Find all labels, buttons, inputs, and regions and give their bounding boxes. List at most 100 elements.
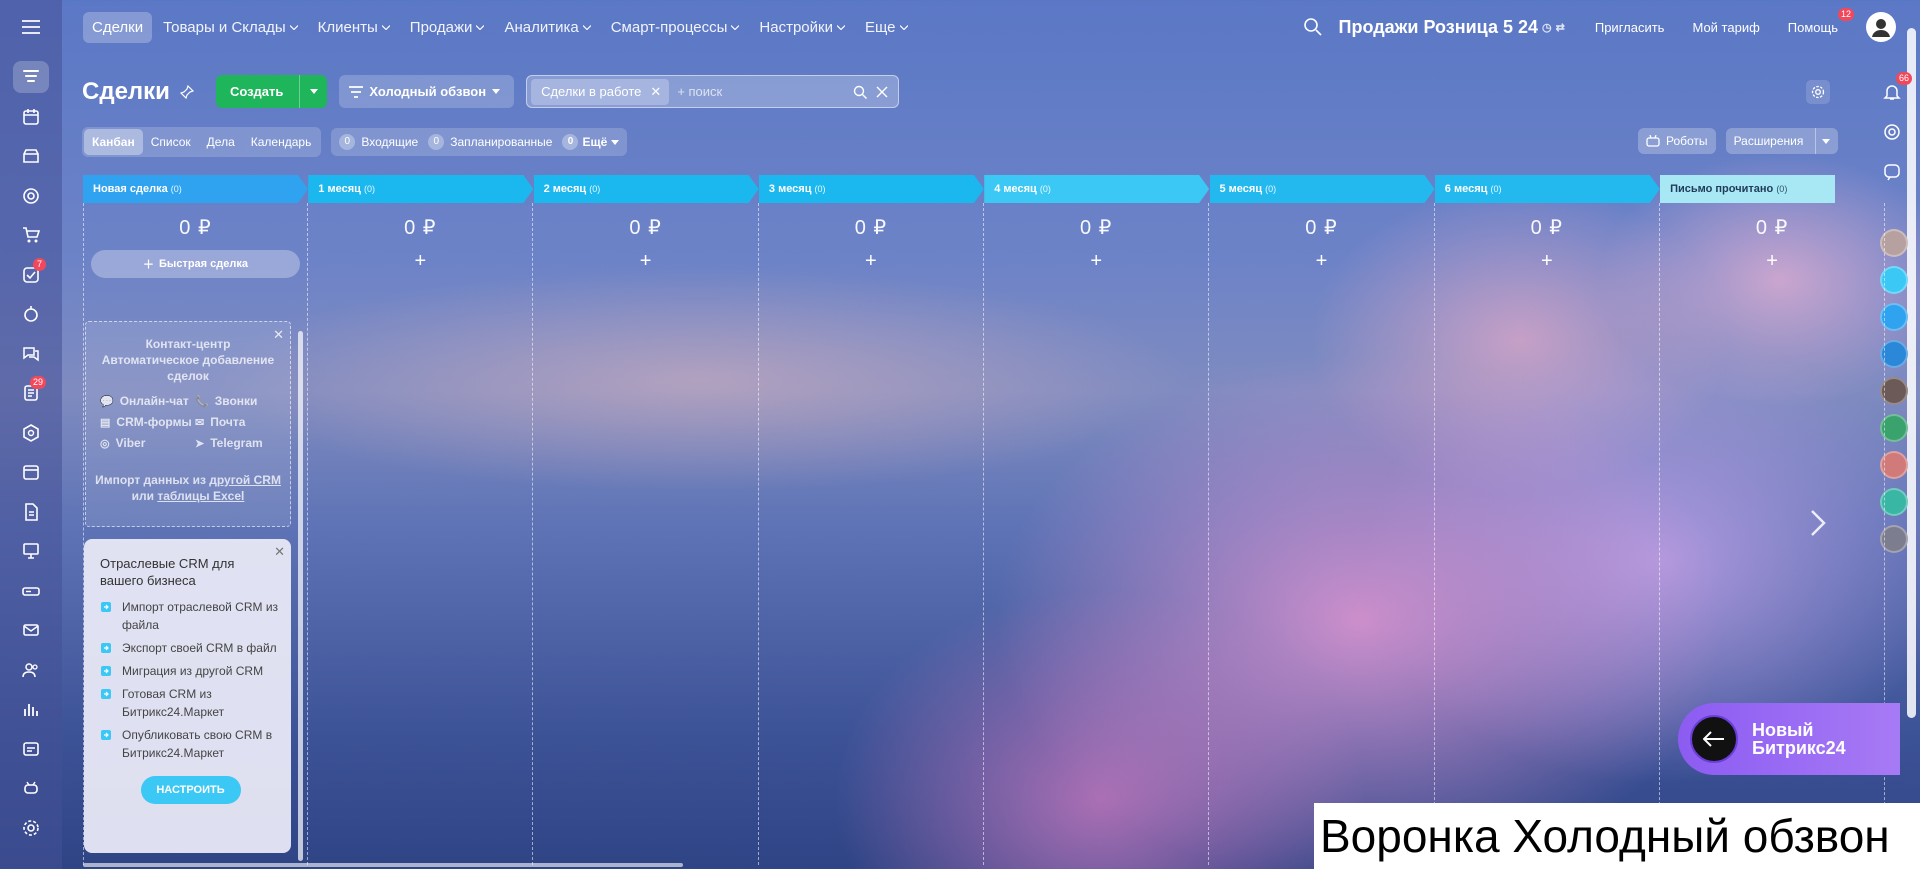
users-icon[interactable] [14, 659, 48, 681]
settings-gear-icon[interactable] [14, 817, 48, 839]
column-sum: 0 ₽ [854, 217, 888, 239]
add-deal-plus-icon[interactable]: + [1210, 250, 1434, 273]
help-button[interactable]: Помощь 12 [1780, 7, 1854, 41]
add-deal-plus-icon[interactable]: + [1435, 250, 1659, 273]
store-icon[interactable] [14, 145, 48, 167]
topnav-item[interactable]: Товары и Склады [154, 12, 307, 43]
add-deal-plus-icon[interactable]: + [1660, 250, 1884, 273]
funnel-select[interactable]: Холодный обзвон [339, 75, 515, 108]
import-excel-link[interactable]: таблицы Excel [157, 489, 244, 503]
feed-icon[interactable]: 29 [14, 376, 48, 404]
portal-title[interactable]: Продажи Розница 5 24 ◷ ⇄ [1339, 17, 1565, 38]
view-tab[interactable]: Список [143, 129, 199, 155]
create-dropdown[interactable] [299, 75, 327, 108]
column-header[interactable]: 6 месяц (0) [1435, 175, 1660, 203]
tasks-icon[interactable]: 7 [14, 257, 48, 286]
calendar-list-icon[interactable] [14, 106, 48, 128]
column-scroll-thumb[interactable] [298, 331, 303, 861]
calendar-icon[interactable] [14, 461, 48, 483]
counter-label: Запланированные [450, 135, 553, 149]
import-crm-link[interactable]: другой CRM [209, 473, 281, 487]
add-deal-plus-icon[interactable]: + [984, 250, 1208, 273]
column-header[interactable]: Письмо прочитано (0) [1660, 175, 1836, 203]
contact-card-icon[interactable] [14, 738, 48, 760]
drive-icon[interactable] [14, 580, 48, 602]
column-header[interactable]: Новая сделка (0) [83, 175, 308, 203]
board-horizontal-scrollbar[interactable] [83, 863, 683, 867]
column-scrollbar[interactable] [298, 321, 304, 869]
topnav-item[interactable]: Продажи [401, 12, 494, 43]
contact-center-item[interactable]: 📞 Звонки [195, 394, 290, 408]
menu-burger-icon[interactable] [20, 16, 42, 38]
column-header[interactable]: 4 месяц (0) [984, 175, 1209, 203]
industry-crm-item[interactable]: Опубликовать свою CRM в Битрикс24.Маркет [100, 726, 281, 762]
robots-button[interactable]: Роботы [1638, 128, 1716, 154]
industry-crm-item[interactable]: Экспорт своей CRM в файл [100, 639, 281, 657]
tariff-button[interactable]: Мой тариф [1684, 14, 1767, 41]
cart-icon[interactable] [14, 224, 48, 246]
contact-center-item[interactable]: ◎ Viber [100, 436, 195, 450]
chat-icon[interactable] [14, 343, 48, 365]
filter-tag-remove-icon[interactable]: ✕ [650, 84, 661, 100]
industry-crm-item[interactable]: Готовая CRM из Битрикс24.Маркет [100, 685, 281, 721]
search-icon[interactable] [1303, 17, 1323, 37]
close-icon[interactable]: ✕ [273, 327, 284, 343]
view-tab[interactable]: Календарь [243, 129, 320, 155]
target-icon[interactable] [14, 185, 48, 207]
contact-center-item[interactable]: ▤ CRM-формы [100, 415, 195, 429]
mail-icon[interactable] [14, 619, 48, 641]
counter-planned[interactable]: 0 Запланированные [428, 134, 552, 150]
search-icon[interactable] [853, 85, 868, 99]
column-header[interactable]: 5 месяц (0) [1210, 175, 1435, 203]
promo-line2: Битрикс24 [1752, 738, 1846, 758]
industry-crm-item[interactable]: Импорт отраслевой CRM из файла [100, 598, 281, 634]
search-input[interactable] [677, 84, 854, 99]
view-tab[interactable]: Канбан [84, 129, 143, 155]
activity-icon[interactable] [1878, 118, 1906, 146]
filter-tag[interactable]: Сделки в работе ✕ [531, 78, 670, 105]
tasks-badge: 7 [33, 257, 46, 271]
industry-crm-item[interactable]: Миграция из другой CRM [100, 662, 281, 680]
contact-center-item[interactable]: 💬 Онлайн-чат [100, 394, 195, 408]
scroll-right-arrow-icon[interactable] [1806, 508, 1830, 538]
counter-incoming[interactable]: 0 Входящие [339, 134, 418, 150]
topnav-item[interactable]: Еще [856, 12, 917, 43]
robot-icon[interactable] [14, 303, 48, 325]
configure-button[interactable]: НАСТРОИТЬ [140, 776, 241, 804]
presentation-icon[interactable] [14, 540, 48, 562]
topnav-item[interactable]: Настройки [750, 12, 854, 43]
add-deal-plus-icon[interactable]: + [308, 250, 532, 273]
contact-center-item[interactable]: ➤ Telegram [195, 436, 290, 450]
add-deal-plus-icon[interactable]: + [534, 250, 758, 273]
invite-button[interactable]: Пригласить [1587, 14, 1673, 41]
column-header[interactable]: 2 месяц (0) [534, 175, 759, 203]
topnav-item[interactable]: Клиенты [309, 12, 399, 43]
analytics-icon[interactable] [14, 698, 48, 720]
new-bitrix24-promo[interactable]: Новый Битрикс24 [1678, 703, 1900, 775]
notifications-bell-icon[interactable]: 66 [1878, 72, 1912, 106]
counter-more[interactable]: 0 Ещё [562, 134, 620, 150]
topnav-item[interactable]: Смарт-процессы [602, 12, 749, 43]
hexagon-icon[interactable] [14, 422, 48, 444]
column-title: 3 месяц [768, 183, 812, 195]
crm-funnel-icon[interactable] [13, 61, 49, 93]
document-icon[interactable] [14, 501, 48, 523]
bot-icon[interactable] [14, 777, 48, 799]
quick-deal-button[interactable]: ＋ Быстрая сделка [91, 250, 300, 278]
extensions-button[interactable]: Расширения [1725, 128, 1839, 154]
add-deal-plus-icon[interactable]: + [759, 250, 983, 273]
clear-icon[interactable] [875, 85, 889, 99]
column-header[interactable]: 1 месяц (0) [308, 175, 533, 203]
user-avatar[interactable] [1866, 12, 1896, 42]
column-header[interactable]: 3 месяц (0) [759, 175, 984, 203]
pin-icon[interactable] [179, 84, 194, 99]
contact-center-item[interactable]: ✉ Почта [195, 415, 290, 429]
create-button[interactable]: Создать [215, 75, 328, 108]
filter-search-box[interactable]: Сделки в работе ✕ [526, 75, 900, 108]
topnav-item[interactable]: Сделки [83, 11, 153, 43]
close-icon[interactable]: ✕ [274, 544, 285, 560]
page-scrollbar[interactable] [1907, 28, 1916, 718]
view-tab[interactable]: Дела [199, 129, 243, 155]
topnav-item[interactable]: Аналитика [495, 12, 599, 43]
page-settings-gear-icon[interactable] [1806, 80, 1830, 104]
